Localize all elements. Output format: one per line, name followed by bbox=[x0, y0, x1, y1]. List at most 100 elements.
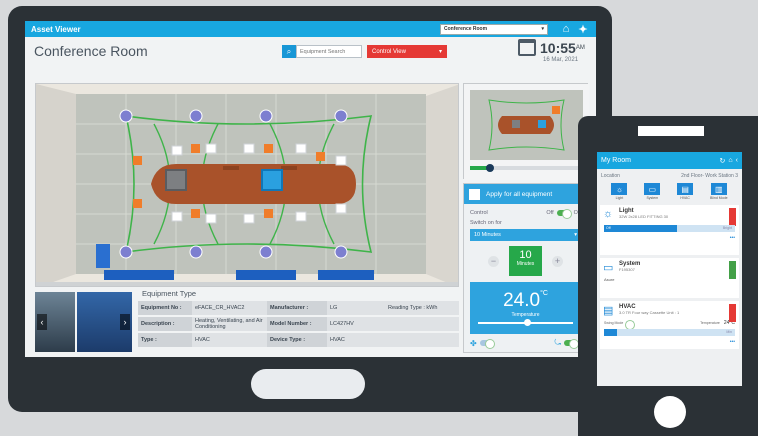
plus-icon[interactable]: + bbox=[552, 255, 563, 267]
home-icon[interactable]: ⌂ bbox=[728, 157, 732, 164]
search-input[interactable] bbox=[296, 45, 362, 58]
swing-toggle[interactable] bbox=[564, 339, 579, 349]
monitor: Asset Viewer Conference Room ▾ ⌂ ✦ Confe… bbox=[8, 6, 612, 412]
table-row: Description : Heating, Ventilating, and … bbox=[138, 317, 459, 331]
field-label: Manufacturer : bbox=[267, 301, 327, 315]
category-label: System bbox=[646, 196, 659, 200]
temperature-card: 24.0°C Temperature bbox=[470, 282, 581, 334]
slider-handle[interactable] bbox=[523, 319, 531, 326]
minimap-drawing bbox=[464, 84, 589, 180]
swing-toggle[interactable] bbox=[625, 320, 636, 330]
card-desc: 3.0 TR Four way Cassette Unit : 1 bbox=[619, 310, 680, 315]
field-label: Reading Type : kWh bbox=[388, 305, 438, 311]
more-icon[interactable]: ••• bbox=[600, 339, 739, 345]
blind-icon: ▥ bbox=[710, 183, 727, 195]
control-toggle[interactable] bbox=[556, 209, 572, 219]
home-icon[interactable]: ⌂ bbox=[559, 22, 573, 36]
phone-top-bar: My Room ↻ ⌂ ‹ bbox=[597, 152, 742, 169]
equipment-title: Equipment Type bbox=[142, 289, 197, 298]
power-switch[interactable] bbox=[729, 261, 736, 279]
category-label: Light bbox=[615, 196, 624, 200]
card-desc: F195307 bbox=[619, 267, 635, 272]
location-row: Location 2nd Floor- Work Station 3 bbox=[597, 169, 742, 181]
swing-label: Swing Mode bbox=[604, 321, 624, 325]
refresh-icon[interactable]: ↻ bbox=[720, 157, 726, 165]
top-bar: Asset Viewer Conference Room ▾ ⌂ ✦ bbox=[25, 21, 596, 37]
chevron-right-icon[interactable]: › bbox=[120, 314, 130, 330]
monitor-stand-button bbox=[251, 369, 365, 399]
field-value: HVAC bbox=[195, 337, 210, 343]
minus-icon[interactable]: − bbox=[488, 255, 499, 267]
chevron-left-icon[interactable]: ‹ bbox=[736, 157, 738, 164]
minutes-value: 10 bbox=[519, 249, 532, 261]
category-light[interactable]: ☼ Light bbox=[611, 183, 628, 200]
duration-select[interactable]: 10 Minutes ▾ bbox=[470, 229, 581, 241]
temperature-display: 24.0°C bbox=[470, 282, 581, 312]
control-row: Control Off On bbox=[464, 208, 587, 219]
slider-fill bbox=[604, 329, 618, 336]
apply-all-row[interactable]: Apply for all equipment bbox=[464, 184, 587, 204]
more-icon[interactable]: ••• bbox=[600, 235, 739, 241]
chevron-down-icon: ▾ bbox=[541, 26, 544, 32]
apply-all-checkbox[interactable] bbox=[469, 188, 480, 200]
sun-icon: ☼ bbox=[611, 183, 628, 195]
fan-icon[interactable]: ✤ bbox=[470, 339, 477, 348]
hvac-icon: ▤ bbox=[603, 305, 614, 317]
monitor-icon: ▭ bbox=[644, 183, 661, 195]
brightness-slider[interactable]: Off Bright bbox=[604, 225, 735, 232]
room-select-value: Conference Room bbox=[444, 26, 488, 32]
slider-max-label: Bright bbox=[722, 226, 732, 230]
phone-speaker bbox=[638, 126, 704, 136]
floor-plan-drawing bbox=[36, 84, 458, 286]
clock: 10:55 AM bbox=[518, 39, 585, 56]
table-row: Equipment No : eFACE_CR_HVAC2 Manufactur… bbox=[138, 301, 459, 315]
view-select-value: Control View bbox=[372, 48, 406, 55]
card-desc: 32W 2x28 LED FITTING 30 bbox=[619, 214, 669, 219]
field-label: Type : bbox=[138, 333, 192, 347]
search-box: ⌕ bbox=[282, 45, 362, 58]
temperature-slider[interactable]: Min bbox=[604, 329, 735, 336]
search-icon[interactable]: ⌕ bbox=[282, 45, 296, 58]
phone-title: My Room bbox=[601, 157, 631, 164]
temperature-slider[interactable] bbox=[478, 319, 573, 326]
fan-toggle[interactable] bbox=[479, 339, 495, 349]
location-label: Location bbox=[601, 173, 620, 179]
slider-min-label: Off bbox=[604, 225, 678, 232]
power-switch[interactable] bbox=[729, 208, 736, 226]
temperature-unit: °C bbox=[540, 290, 548, 297]
floor-plan[interactable] bbox=[35, 83, 459, 287]
sun-icon: ☼ bbox=[603, 208, 614, 220]
time: 10:55 bbox=[540, 39, 576, 56]
field-label: Description : bbox=[138, 317, 192, 331]
chevron-down-icon: ▾ bbox=[438, 49, 442, 55]
card-head: ▤ HVAC 3.0 TR Four way Cassette Unit : 1 bbox=[600, 301, 739, 320]
duration-value: 10 Minutes bbox=[474, 232, 501, 238]
card-text: HVAC 3.0 TR Four way Cassette Unit : 1 bbox=[619, 304, 679, 315]
category-hvac[interactable]: ▤ HVAC bbox=[677, 183, 694, 200]
room-select[interactable]: Conference Room ▾ bbox=[440, 23, 548, 35]
equipment-details: Equipment Type Equipment No : eFACE_CR_H… bbox=[138, 289, 459, 347]
control-panel: Apply for all equipment Control Off On S… bbox=[463, 183, 588, 353]
hvac-icon: ▤ bbox=[677, 183, 694, 195]
chevron-left-icon[interactable]: ‹ bbox=[37, 314, 47, 330]
card-head: ▭ System F195307 bbox=[600, 258, 739, 277]
desktop-screen: Asset Viewer Conference Room ▾ ⌂ ✦ Confe… bbox=[25, 21, 596, 357]
phone-home-button[interactable] bbox=[654, 396, 686, 428]
temp-label: Temperature bbox=[700, 321, 720, 325]
ampm: AM bbox=[575, 44, 585, 51]
power-switch[interactable] bbox=[729, 304, 736, 322]
apply-all-label: Apply for all equipment bbox=[486, 190, 553, 198]
category-blind[interactable]: ▥ Blind Mode bbox=[710, 183, 728, 200]
control-bottom-row: ✤ ⤿ bbox=[464, 334, 587, 352]
swing-icon[interactable]: ⤿ bbox=[554, 338, 561, 348]
image-gallery: ‹ › bbox=[35, 292, 132, 352]
field-value: eFACE_CR_HVAC2 bbox=[195, 305, 245, 311]
off-label: Off bbox=[546, 210, 554, 216]
category-system[interactable]: ▭ System bbox=[644, 183, 661, 200]
field-label: Equipment No : bbox=[138, 301, 192, 315]
phone: My Room ↻ ⌂ ‹ Location 2nd Floor- Work S… bbox=[578, 116, 758, 436]
view-select[interactable]: Control View ▾ bbox=[367, 45, 447, 58]
minutes-unit: Minutes bbox=[516, 261, 535, 267]
pin-icon[interactable]: ✦ bbox=[576, 22, 590, 36]
minimap[interactable] bbox=[463, 83, 589, 180]
